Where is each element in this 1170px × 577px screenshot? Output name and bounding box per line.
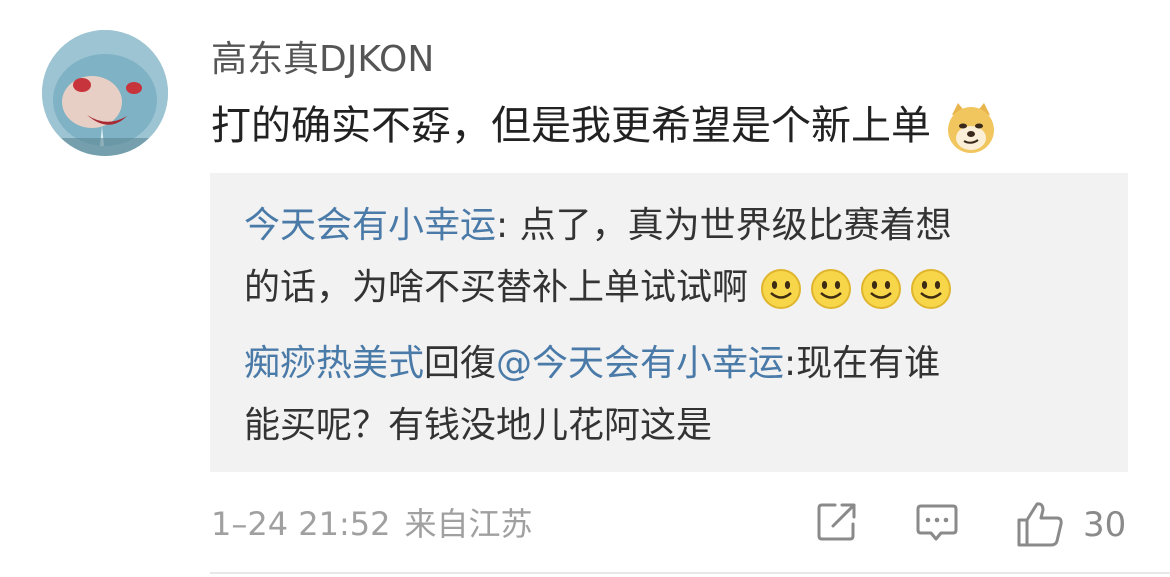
reply-item: 痴痧热美式回復@今天会有小幸运:现在有谁 能买呢？有钱没地儿花阿这是 [244, 333, 1074, 457]
reply-text-line2: 的话，为啥不买替补上单试试啊 [244, 267, 749, 308]
smile-icon [809, 267, 853, 311]
like-button[interactable]: 30 [1015, 500, 1129, 550]
reply-text-line2: 能买呢？有钱没地儿花阿这是 [244, 405, 713, 446]
comment-button[interactable] [915, 500, 963, 550]
smile-icon [759, 267, 803, 311]
thumbs-up-icon [1017, 502, 1063, 547]
share-icon [817, 503, 856, 541]
location: 来自江苏 [404, 505, 533, 543]
reply-mention[interactable]: @今天会有小幸运 [496, 343, 784, 384]
comment-footer: 1–24 21:52 来自江苏 [211, 503, 532, 545]
smile-icon [909, 267, 953, 311]
avatar[interactable] [42, 30, 168, 156]
comment-icon [916, 504, 958, 541]
reply-text-line1: :现在有谁 [784, 343, 941, 384]
reply-item: 今天会有小幸运: 点了，真为世界级比赛着想 的话，为啥不买替补上单试试啊 [244, 195, 1074, 319]
divider [210, 572, 1170, 574]
doge-icon [944, 101, 998, 155]
reply-author[interactable]: 今天会有小幸运 [244, 205, 496, 246]
reply-thread: 今天会有小幸运: 点了，真为世界级比赛着想 的话，为啥不买替补上单试试啊 痴痧热… [210, 173, 1128, 472]
comment-text: 打的确实不孬，但是我更希望是个新上单 [211, 103, 931, 149]
reply-word: 回復 [424, 343, 497, 384]
reply-author[interactable]: 痴痧热美式 [244, 343, 424, 384]
timestamp: 1–24 21:52 [211, 505, 391, 543]
reply-text-line1: : 点了，真为世界级比赛着想 [496, 205, 952, 246]
comment-author[interactable]: 高东真DJKON [211, 38, 434, 82]
like-count: 30 [1083, 505, 1127, 545]
comment-body: 打的确实不孬，但是我更希望是个新上单 [211, 100, 998, 155]
smile-icon [859, 267, 903, 311]
share-button[interactable] [815, 500, 863, 550]
